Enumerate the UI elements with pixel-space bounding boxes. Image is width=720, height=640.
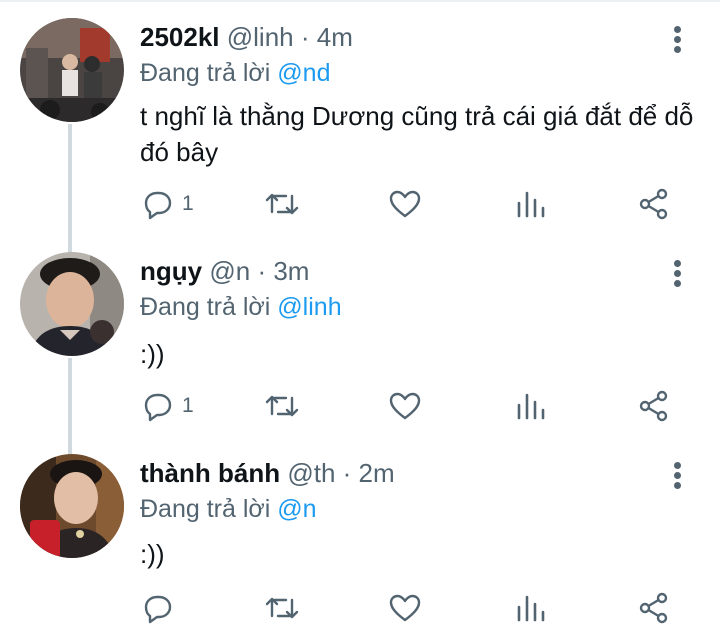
replying-mention[interactable]: @linh [277, 293, 341, 321]
separator: · [342, 458, 352, 488]
retweet-icon [265, 395, 299, 417]
heart-icon [389, 392, 421, 420]
more-options-button[interactable] [664, 22, 692, 56]
share-icon [639, 592, 668, 624]
avatar[interactable] [20, 252, 124, 356]
user-handle[interactable]: @linh [227, 22, 294, 52]
more-vertical-icon [674, 462, 681, 469]
retweet-button[interactable] [264, 186, 300, 222]
user-handle[interactable]: @th [287, 458, 335, 488]
replying-mention[interactable]: @nd [277, 59, 330, 87]
comment-bubble-icon [144, 393, 172, 422]
retweet-icon [265, 597, 299, 619]
retweet-button[interactable] [264, 388, 300, 424]
replying-to: Đang trả lời @n [140, 493, 317, 525]
retweet-icon [265, 193, 299, 215]
replying-prefix: Đang trả lời [140, 59, 271, 87]
replying-to: Đang trả lời @nd [140, 57, 330, 89]
user-handle[interactable]: @n [209, 256, 250, 286]
more-options-button[interactable] [664, 458, 692, 492]
heart-icon [389, 190, 421, 218]
bar-chart-icon [517, 595, 545, 622]
reply-button[interactable] [142, 590, 182, 626]
bar-chart-icon [517, 191, 545, 218]
share-icon [639, 188, 668, 220]
tweet-text: :)) [140, 339, 165, 369]
tweet-header: thành bánh @th · 2m [140, 456, 395, 490]
avatar[interactable] [20, 454, 124, 558]
tweet[interactable]: 2502kl @linh · 4m Đang trả lời @nd t ngh… [0, 0, 720, 220]
replying-to: Đang trả lời @linh [140, 291, 342, 323]
reply-count: 1 [182, 192, 194, 215]
avatar[interactable] [20, 18, 124, 122]
like-button[interactable] [388, 388, 422, 424]
like-button[interactable] [388, 186, 422, 222]
reply-button[interactable]: 1 [142, 388, 194, 424]
comment-bubble-icon [144, 191, 172, 220]
display-name[interactable]: thành bánh [140, 458, 280, 488]
replying-mention[interactable]: @n [277, 495, 316, 523]
tweet-text: :)) [140, 539, 165, 569]
views-button[interactable] [516, 590, 546, 626]
timestamp[interactable]: 2m [359, 458, 395, 488]
separator: · [300, 22, 310, 52]
comment-bubble-icon [144, 595, 172, 624]
views-button[interactable] [516, 186, 546, 222]
display-name[interactable]: ngụy [140, 256, 202, 286]
action-bar [0, 590, 720, 626]
heart-icon [389, 594, 421, 622]
share-button[interactable] [638, 590, 670, 626]
more-vertical-icon [674, 26, 681, 33]
display-name[interactable]: 2502kl [140, 22, 220, 52]
action-bar: 1 [0, 186, 720, 222]
tweet[interactable]: ngụy @n · 3m Đang trả lời @linh :)) 1 [0, 234, 720, 436]
replying-prefix: Đang trả lời [140, 293, 271, 321]
more-vertical-icon [674, 260, 681, 267]
timestamp[interactable]: 3m [273, 256, 309, 286]
bar-chart-icon [517, 393, 545, 420]
tweet-header: 2502kl @linh · 4m [140, 20, 353, 54]
reply-count: 1 [182, 394, 194, 417]
action-bar: 1 [0, 388, 720, 424]
timestamp[interactable]: 4m [317, 22, 353, 52]
tweet-header: ngụy @n · 3m [140, 254, 309, 288]
share-icon [639, 390, 668, 422]
tweet-text: t nghĩ là thằng Dương cũng trả cái giá đ… [140, 101, 694, 167]
tweet[interactable]: thành bánh @th · 2m Đang trả lời @n :)) [0, 436, 720, 638]
more-options-button[interactable] [664, 256, 692, 290]
views-button[interactable] [516, 388, 546, 424]
separator: · [257, 256, 267, 286]
like-button[interactable] [388, 590, 422, 626]
retweet-button[interactable] [264, 590, 300, 626]
reply-button[interactable]: 1 [142, 186, 194, 222]
share-button[interactable] [638, 186, 670, 222]
share-button[interactable] [638, 388, 670, 424]
replying-prefix: Đang trả lời [140, 495, 271, 523]
